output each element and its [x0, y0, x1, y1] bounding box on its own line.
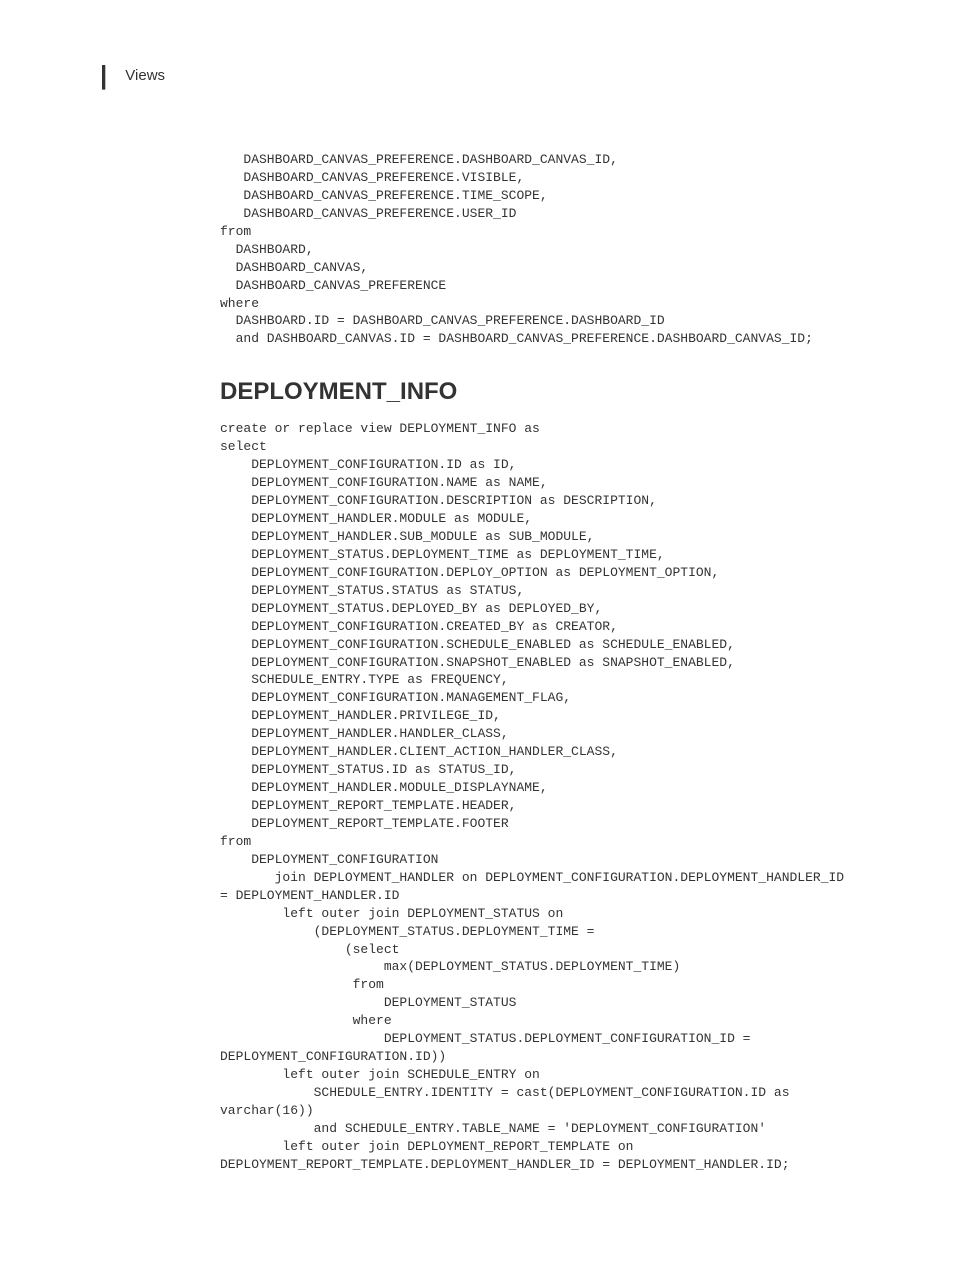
section-heading-deployment-info: DEPLOYMENT_INFO [220, 378, 894, 406]
page-container: | Views DASHBOARD_CANVAS_PREFERENCE.DASH… [0, 0, 954, 1264]
page-header: | Views [100, 60, 894, 91]
header-divider: | [100, 60, 107, 91]
page-content: DASHBOARD_CANVAS_PREFERENCE.DASHBOARD_CA… [220, 151, 894, 1174]
sql-code-block-1: DASHBOARD_CANVAS_PREFERENCE.DASHBOARD_CA… [220, 151, 894, 348]
sql-code-block-2: create or replace view DEPLOYMENT_INFO a… [220, 420, 894, 1173]
page-header-title: Views [125, 67, 165, 84]
